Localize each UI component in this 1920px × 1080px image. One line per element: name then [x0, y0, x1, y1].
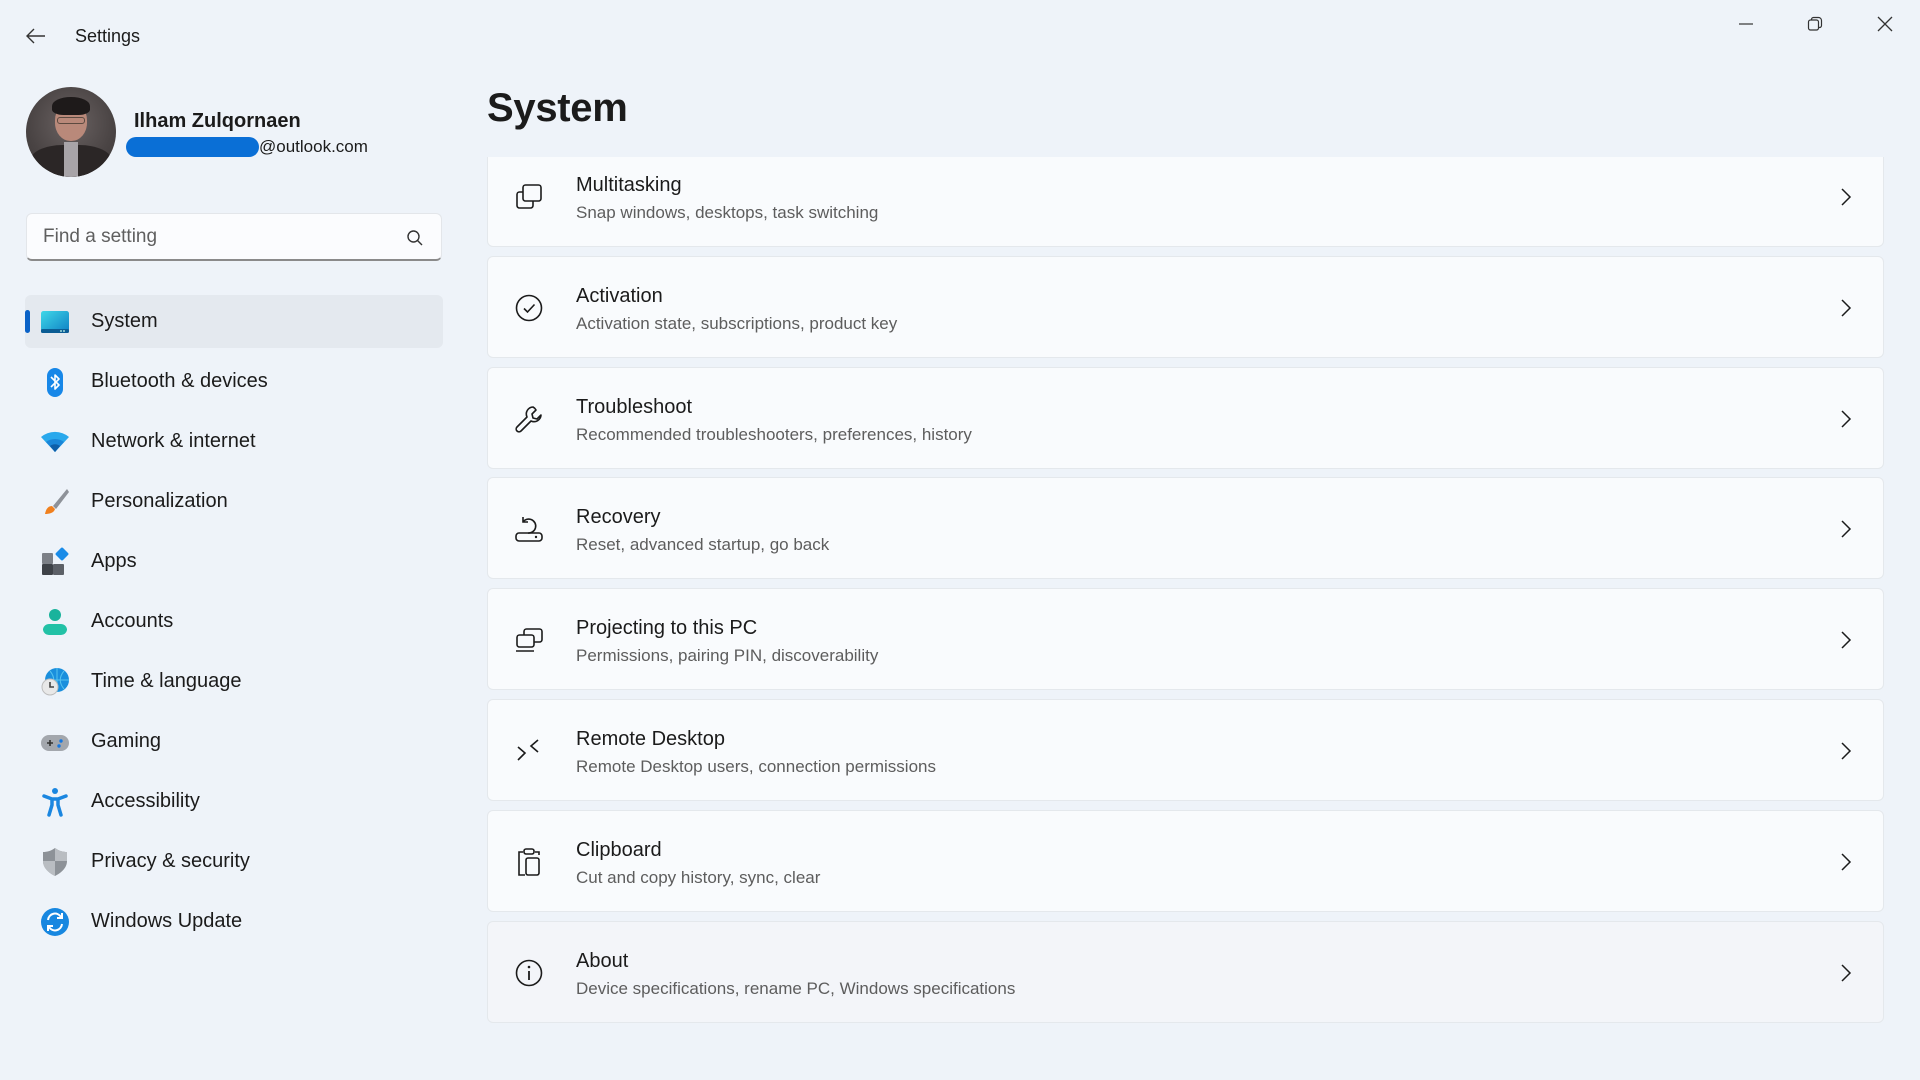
card-title: Troubleshoot: [576, 395, 692, 418]
sidebar-item-privacy-security[interactable]: Privacy & security: [25, 835, 443, 888]
sidebar-item-system[interactable]: System: [25, 295, 443, 348]
person-icon: [43, 609, 67, 636]
info-icon: [515, 959, 543, 986]
wifi-icon: [41, 431, 69, 452]
user-email: @outlook.com: [126, 136, 368, 158]
sidebar-item-label: Personalization: [91, 490, 228, 512]
recovery-icon: [515, 517, 543, 543]
chevron-right-icon: [1841, 853, 1852, 871]
card-subtitle: Remote Desktop users, connection permiss…: [576, 756, 936, 776]
sidebar-item-bluetooth-devices[interactable]: Bluetooth & devices: [25, 355, 443, 408]
restore-button[interactable]: [1781, 0, 1849, 48]
bluetooth-icon: [47, 368, 63, 397]
search-icon[interactable]: [405, 228, 425, 248]
card-projecting[interactable]: Projecting to this PC Permissions, pairi…: [487, 588, 1884, 691]
card-title: Clipboard: [576, 838, 662, 861]
sidebar-item-label: Accessibility: [91, 790, 200, 812]
back-button[interactable]: [18, 20, 54, 52]
sidebar-item-personalization[interactable]: Personalization: [25, 475, 443, 528]
minimize-button[interactable]: [1712, 0, 1780, 48]
settings-list: Multitasking Snap windows, desktops, tas…: [487, 157, 1884, 1080]
avatar-shape: [52, 97, 90, 115]
card-about[interactable]: About Device specifications, rename PC, …: [487, 920, 1884, 1023]
sidebar-item-label: Accounts: [91, 610, 174, 632]
chevron-right-icon: [1841, 299, 1852, 317]
card-title: Remote Desktop: [576, 727, 725, 750]
card-subtitle: Permissions, pairing PIN, discoverabilit…: [576, 646, 879, 666]
minimize-icon: [1739, 23, 1753, 25]
gamepad-icon: [41, 735, 69, 751]
chevron-right-icon: [1841, 410, 1852, 428]
shield-icon: [43, 848, 67, 876]
monitor-icon: [41, 311, 69, 333]
sidebar-item-label: Time & language: [91, 670, 242, 692]
sidebar-item-label: Bluetooth & devices: [91, 370, 268, 392]
sidebar-item-windows-update[interactable]: Windows Update: [25, 895, 443, 948]
card-clipboard[interactable]: Clipboard Cut and copy history, sync, cl…: [487, 809, 1884, 912]
projecting-icon: [516, 628, 543, 652]
remote-desktop-icon: [517, 739, 539, 761]
sidebar-item-label: Windows Update: [91, 910, 243, 932]
email-domain: @outlook.com: [259, 137, 368, 156]
card-subtitle: Cut and copy history, sync, clear: [576, 867, 821, 887]
card-activation[interactable]: Activation Activation state, subscriptio…: [487, 255, 1884, 358]
card-title: Recovery: [576, 506, 661, 529]
email-redaction: [126, 137, 259, 157]
card-subtitle: Activation state, subscriptions, product…: [576, 313, 898, 333]
card-troubleshoot[interactable]: Troubleshoot Recommended troubleshooters…: [487, 366, 1884, 469]
sidebar-item-accessibility[interactable]: Accessibility: [25, 775, 443, 828]
card-subtitle: Reset, advanced startup, go back: [576, 535, 830, 555]
card-title: Multitasking: [576, 174, 682, 196]
title-bar: Settings: [0, 0, 1920, 72]
card-recovery[interactable]: Recovery Reset, advanced startup, go bac…: [487, 477, 1884, 580]
chevron-right-icon: [1841, 742, 1852, 760]
sidebar-item-apps[interactable]: Apps: [25, 535, 443, 588]
multitasking-icon: [516, 184, 542, 209]
search-input[interactable]: [27, 214, 387, 259]
selection-indicator: [25, 310, 30, 333]
arrow-left-icon: [26, 28, 45, 44]
close-button[interactable]: [1851, 0, 1919, 48]
close-icon: [1877, 16, 1893, 32]
restore-icon: [1807, 16, 1823, 31]
accessibility-icon: [42, 788, 68, 817]
clipboard-icon: [518, 847, 540, 876]
avatar-shape: [64, 142, 78, 177]
sync-icon: [41, 908, 69, 936]
sidebar-item-gaming[interactable]: Gaming: [25, 715, 443, 768]
avatar-shape: [57, 117, 85, 124]
user-name: Ilham Zulqornaen: [134, 110, 301, 132]
card-title: Projecting to this PC: [576, 617, 758, 640]
card-subtitle: Snap windows, desktops, task switching: [576, 203, 879, 222]
chevron-right-icon: [1841, 520, 1852, 538]
app-title: Settings: [75, 26, 141, 46]
globe-clock-icon: [41, 668, 69, 696]
card-remote-desktop[interactable]: Remote Desktop Remote Desktop users, con…: [487, 698, 1884, 801]
check-circle-icon: [515, 294, 543, 322]
chevron-right-icon: [1841, 188, 1852, 206]
card-title: About: [576, 949, 629, 972]
sidebar-item-time-language[interactable]: Time & language: [25, 655, 443, 708]
card-subtitle: Recommended troubleshooters, preferences…: [576, 424, 972, 444]
search-box[interactable]: [26, 213, 442, 261]
paintbrush-icon: [45, 489, 69, 514]
sidebar-item-network-internet[interactable]: Network & internet: [25, 415, 443, 468]
chevron-right-icon: [1841, 631, 1852, 649]
sidebar-item-accounts[interactable]: Accounts: [25, 595, 443, 648]
sidebar-item-label: Gaming: [91, 730, 162, 752]
apps-icon: [42, 547, 69, 575]
card-subtitle: Device specifications, rename PC, Window…: [576, 978, 1016, 998]
chevron-right-icon: [1841, 964, 1852, 982]
sidebar-item-label: Apps: [91, 550, 137, 572]
sidebar-item-label: Network & internet: [91, 430, 256, 452]
wrench-icon: [515, 405, 542, 433]
page-title: System: [487, 86, 628, 130]
card-title: Activation: [576, 284, 663, 307]
sidebar-item-label: System: [91, 310, 158, 332]
card-multitasking[interactable]: Multitasking Snap windows, desktops, tas…: [487, 157, 1884, 247]
sidebar-item-label: Privacy & security: [91, 850, 250, 872]
sidebar-nav: System Bluetooth & devices Network & int…: [25, 295, 443, 955]
avatar[interactable]: [26, 87, 116, 177]
